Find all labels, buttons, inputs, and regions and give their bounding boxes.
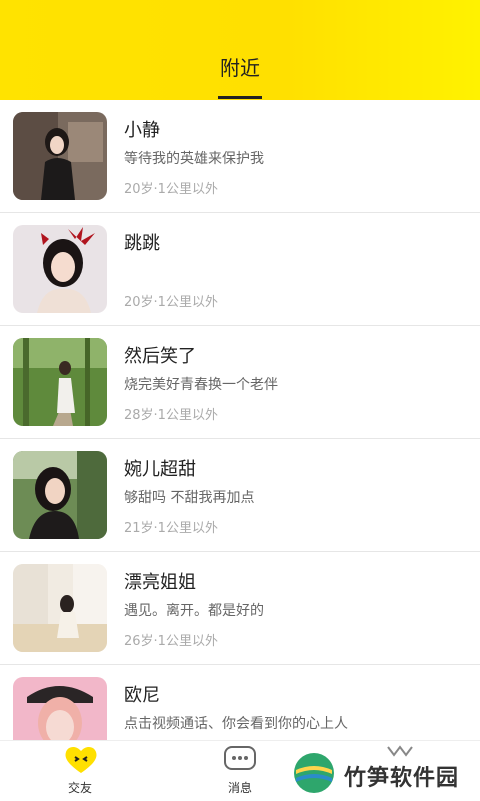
chat-bubble-icon: [224, 746, 256, 770]
user-list[interactable]: 小静 等待我的英雄来保护我 20岁·1公里以外 跳跳 20岁·1公里以外 然后笑…: [0, 100, 480, 740]
user-meta: 28岁·1公里以外: [124, 408, 218, 423]
avatar[interactable]: [13, 338, 107, 426]
tab-friends[interactable]: 交友: [40, 741, 120, 801]
tab-messages[interactable]: 消息: [200, 741, 280, 801]
user-meta: 26岁·1公里以外: [124, 634, 218, 649]
user-name: 然后笑了: [124, 346, 196, 367]
user-name: 跳跳: [124, 233, 160, 254]
tab-friends-label: 交友: [67, 781, 92, 795]
avatar[interactable]: [13, 677, 107, 740]
tab-messages-label: 消息: [227, 781, 252, 795]
user-bio: 遇见。离开。都是好的: [124, 603, 264, 619]
list-item[interactable]: 漂亮姐姐 遇见。离开。都是好的 26岁·1公里以外: [0, 552, 480, 665]
user-name: 欧尼: [124, 685, 160, 706]
avatar[interactable]: [13, 112, 107, 200]
user-meta: 20岁·1公里以外: [124, 182, 218, 197]
user-name: 小静: [124, 120, 160, 141]
avatar[interactable]: [13, 225, 107, 313]
top-header: 附近: [0, 0, 480, 100]
list-item[interactable]: 欧尼 点击视频通话、你会看到你的心上人: [0, 665, 480, 740]
tab-nearby[interactable]: 附近: [0, 52, 480, 81]
avatar[interactable]: [13, 564, 107, 652]
list-item[interactable]: 小静 等待我的英雄来保护我 20岁·1公里以外: [0, 100, 480, 213]
user-name: 漂亮姐姐: [124, 572, 196, 593]
bamboo-logo-icon: [294, 753, 334, 793]
avatar[interactable]: [13, 451, 107, 539]
user-bio: 烧完美好青春换一个老伴: [124, 377, 278, 393]
list-item[interactable]: 婉儿超甜 够甜吗 不甜我再加点 21岁·1公里以外: [0, 439, 480, 552]
user-bio: 点击视频通话、你会看到你的心上人: [124, 716, 348, 732]
heart-icon: [65, 746, 97, 773]
watermark-text: 竹笋软件园: [344, 766, 460, 791]
user-meta: 20岁·1公里以外: [124, 295, 218, 310]
user-bio: 够甜吗 不甜我再加点: [124, 490, 255, 506]
tab-underline: [218, 96, 262, 99]
user-meta: 21岁·1公里以外: [124, 521, 218, 536]
watermark: 竹笋软件园: [292, 750, 472, 796]
user-name: 婉儿超甜: [124, 459, 196, 480]
user-bio: 等待我的英雄来保护我: [124, 151, 264, 167]
list-item[interactable]: 然后笑了 烧完美好青春换一个老伴 28岁·1公里以外: [0, 326, 480, 439]
list-item[interactable]: 跳跳 20岁·1公里以外: [0, 213, 480, 326]
